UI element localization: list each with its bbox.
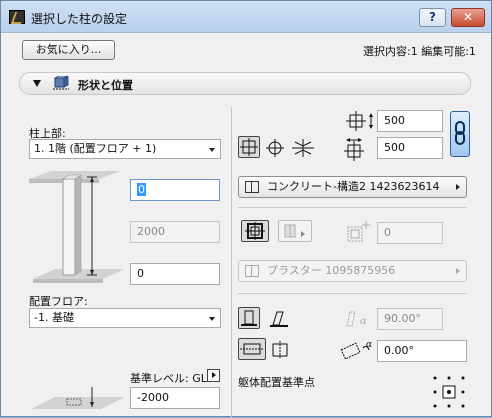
window-title: 選択した柱の設定 [31, 12, 128, 26]
top-offset-input[interactable]: 0 [130, 179, 220, 201]
core-material-button[interactable]: コンクリート-構造2 1423623614 [238, 176, 467, 198]
separator [238, 207, 467, 208]
slant-angle-icon: α [346, 311, 367, 327]
veneer-type-button[interactable] [278, 220, 312, 242]
slant-angle-input[interactable]: 90.00° [377, 308, 443, 330]
complex-profile-icon[interactable] [291, 138, 315, 158]
reference-level-input[interactable]: -2000 [130, 387, 220, 409]
home-floor-dropdown[interactable]: -1. 基礎 [29, 308, 221, 328]
material-swatch-icon [245, 181, 259, 193]
top-offset-value: 0 [137, 183, 146, 196]
vertical-column-button[interactable] [238, 307, 260, 329]
collapse-triangle-icon[interactable] [33, 80, 41, 87]
column-height-input[interactable]: 2000 [130, 221, 220, 243]
elevation-view-icon[interactable] [268, 340, 292, 360]
width-x-input[interactable]: 500 [377, 110, 443, 132]
veneer-material-label: プラスター 1095875956 [267, 264, 396, 277]
bottom-offset-input[interactable]: 0 [130, 263, 220, 285]
column-geometry-icon [53, 76, 69, 90]
veneer-type-icon [284, 224, 305, 238]
triangle-right-icon [456, 184, 460, 190]
link-dimensions-toggle[interactable] [450, 111, 470, 157]
width-x-icon [346, 111, 373, 131]
rectangle-crosshair-icon [240, 138, 258, 156]
vertical-column-icon [241, 310, 257, 326]
veneer-material-button[interactable]: プラスター 1095875956 [238, 260, 467, 282]
svg-text:α: α [360, 316, 367, 327]
reference-level-menu-button[interactable] [207, 369, 220, 382]
reference-level-label: 基準レベル: GL [130, 372, 207, 385]
archicad-app-icon [9, 10, 25, 24]
column-height-diagram [29, 171, 125, 283]
anchor-point-selector[interactable] [431, 374, 467, 410]
section-view-icon [240, 343, 264, 355]
chevron-down-icon [209, 148, 215, 152]
reference-level-diagram [31, 387, 125, 409]
favorites-button[interactable]: お気に入り... [22, 40, 115, 60]
material-swatch-icon [245, 265, 259, 277]
triangle-right-icon [456, 268, 460, 274]
no-veneer-button[interactable] [241, 220, 269, 242]
core-material-label: コンクリート-構造2 1423623614 [267, 180, 440, 193]
selection-info: 選択内容:1 編集可能:1 [363, 45, 476, 58]
svg-text:α: α [366, 340, 372, 350]
close-button[interactable]: ✕ [451, 8, 485, 27]
width-y-input[interactable]: 500 [377, 137, 443, 159]
rectangular-column-button[interactable] [238, 136, 260, 158]
slanted-column-icon[interactable] [268, 309, 290, 329]
veneer-thickness-icon [347, 221, 370, 242]
core-only-icon [245, 222, 265, 240]
home-floor-value: -1. 基礎 [34, 311, 74, 324]
column-divider [231, 107, 232, 418]
chevron-down-icon [209, 317, 215, 321]
home-floor-label: 配置フロア: [29, 295, 88, 308]
anchor-point-label: 躯体配置基準点 [238, 376, 315, 389]
separator [238, 293, 467, 294]
circular-column-icon[interactable] [265, 138, 285, 158]
top-link-dropdown[interactable]: 1. 1階 (配置フロア + 1) [29, 139, 221, 159]
column-settings-dialog: 選択した柱の設定 ? ✕ お気に入り... 選択内容:1 編集可能:1 形状と位… [0, 0, 492, 418]
section-title: 形状と位置 [78, 79, 133, 92]
veneer-thickness-input[interactable]: 0 [377, 222, 443, 244]
width-y-icon [344, 138, 364, 161]
chain-link-icon [455, 121, 465, 145]
help-button[interactable]: ? [419, 8, 446, 27]
top-link-value: 1. 1階 (配置フロア + 1) [34, 142, 157, 155]
cross-section-mode-button[interactable] [238, 338, 266, 360]
title-bar[interactable]: 選択した柱の設定 ? ✕ [1, 1, 491, 33]
rotation-angle-icon: α [340, 340, 372, 360]
section-header-geometry[interactable]: 形状と位置 [19, 72, 471, 95]
rotation-angle-input[interactable]: 0.00° [377, 340, 467, 362]
triangle-right-icon [212, 372, 216, 378]
